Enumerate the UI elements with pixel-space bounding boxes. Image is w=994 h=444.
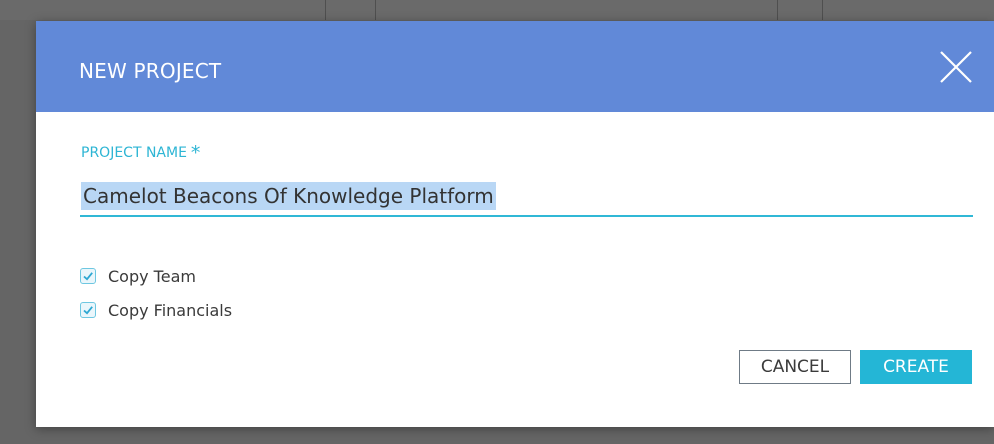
copy-financials-checkbox[interactable]	[80, 302, 96, 318]
checkmark-icon	[83, 272, 93, 281]
close-button[interactable]	[938, 49, 974, 85]
background-divider	[777, 0, 778, 20]
project-name-value: Camelot Beacons Of Knowledge Platform	[81, 182, 496, 210]
cancel-button[interactable]: CANCEL	[739, 350, 851, 384]
create-button[interactable]: CREATE	[860, 350, 972, 384]
close-icon	[940, 51, 972, 83]
project-name-label: PROJECT NAME *	[81, 142, 200, 164]
copy-team-label: Copy Team	[108, 266, 196, 286]
dialog-title: NEW PROJECT	[79, 59, 222, 83]
copy-team-option[interactable]: Copy Team	[80, 265, 196, 287]
background-divider	[822, 0, 823, 20]
required-marker: *	[190, 142, 201, 164]
copy-team-checkbox[interactable]	[80, 268, 96, 284]
copy-financials-label: Copy Financials	[108, 300, 233, 320]
background-divider	[375, 0, 376, 20]
checkmark-icon	[83, 306, 93, 315]
project-name-input[interactable]: Camelot Beacons Of Knowledge Platform	[80, 175, 973, 217]
dialog-header: NEW PROJECT	[36, 21, 994, 112]
new-project-dialog: NEW PROJECT PROJECT NAME * Camelot Beacon…	[36, 21, 994, 427]
project-name-label-text: PROJECT NAME	[81, 145, 187, 161]
background-page	[0, 0, 994, 20]
copy-financials-option[interactable]: Copy Financials	[80, 299, 232, 321]
background-divider	[325, 0, 326, 20]
